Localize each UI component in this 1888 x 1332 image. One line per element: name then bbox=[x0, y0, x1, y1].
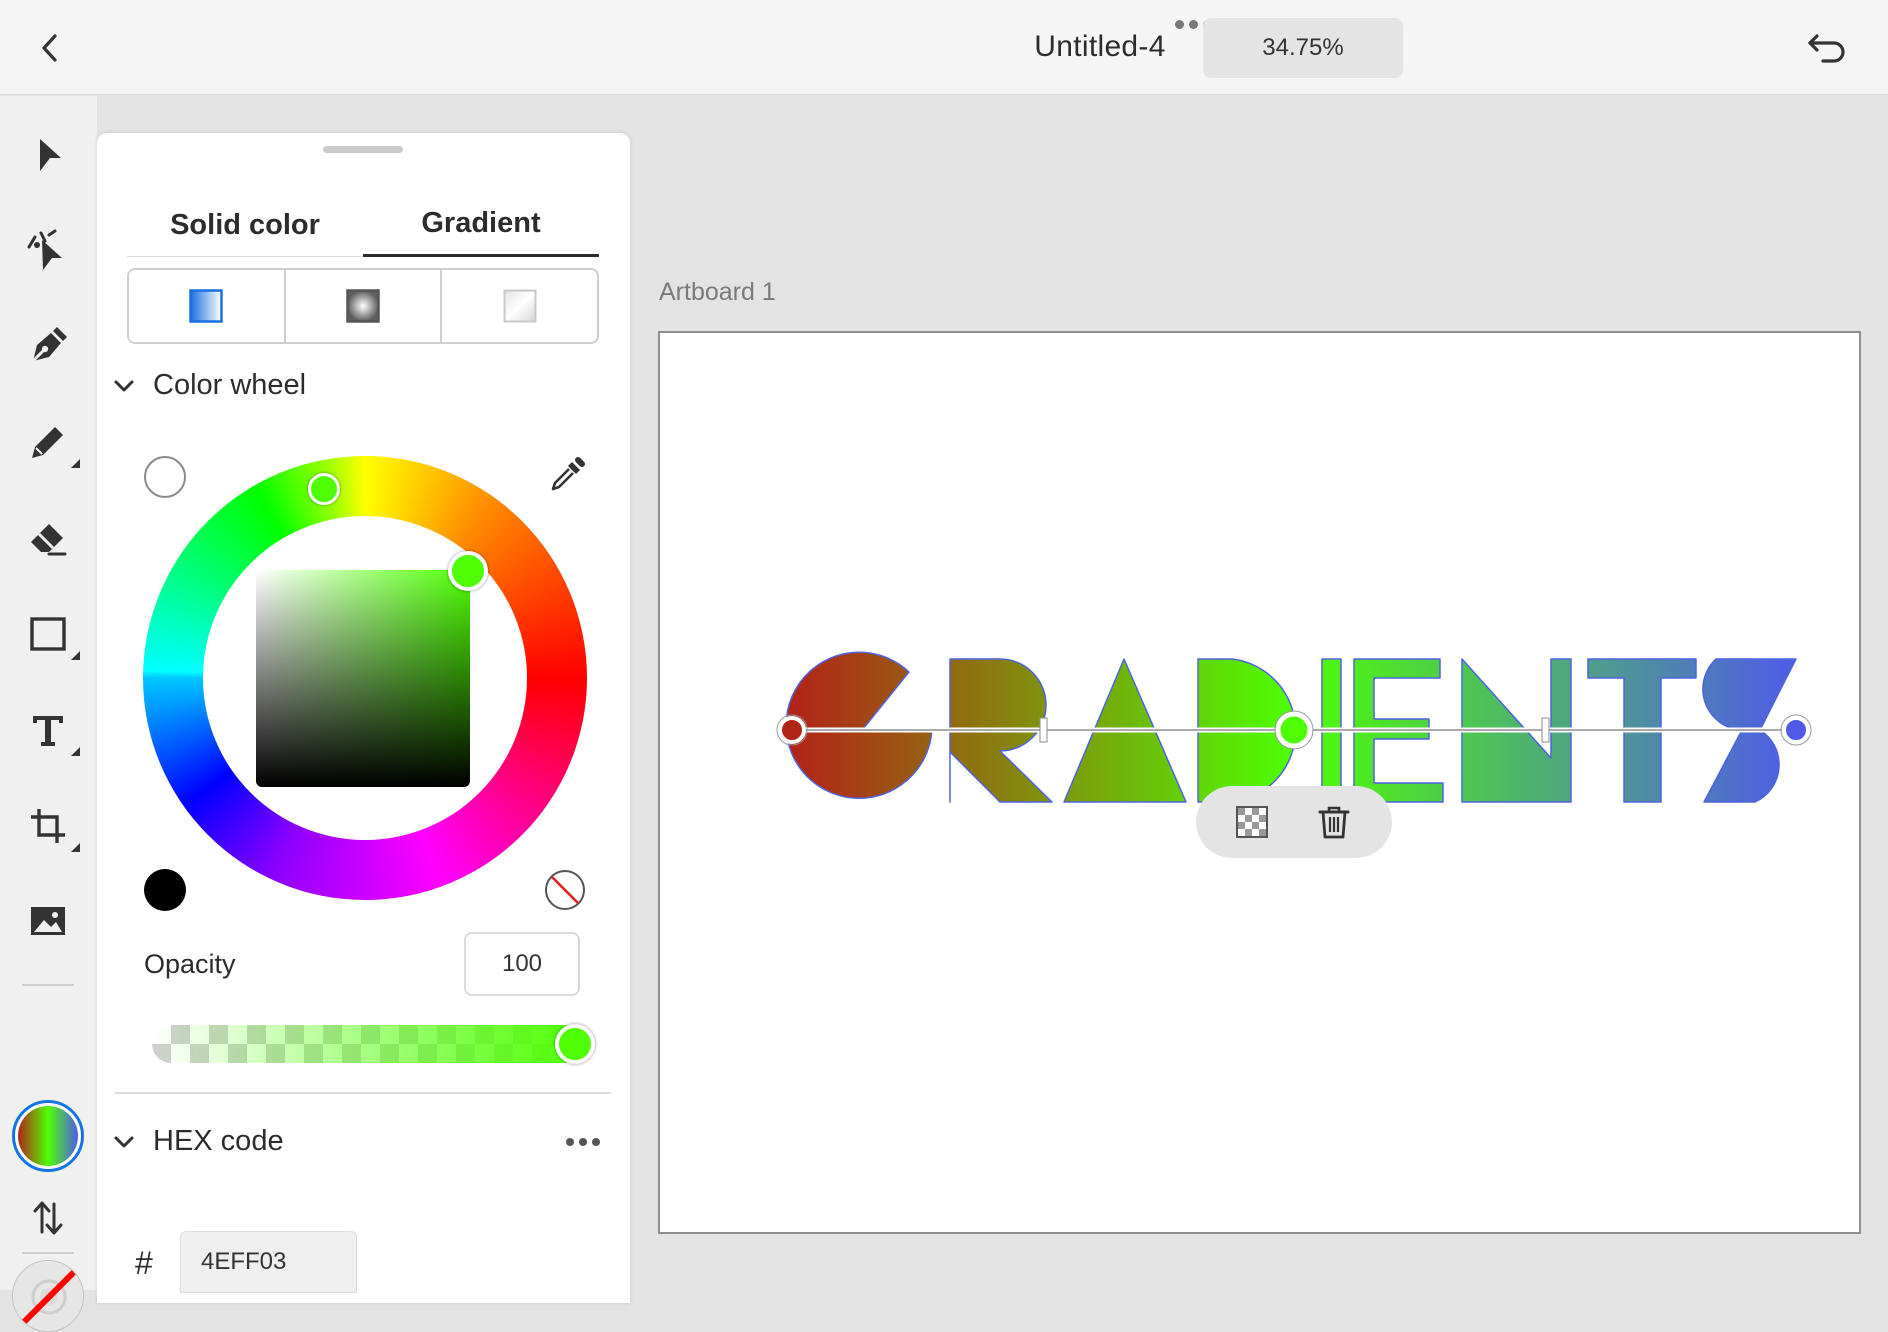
section-title: HEX code bbox=[153, 1125, 284, 1157]
swap-fill-stroke-button[interactable] bbox=[16, 1186, 80, 1250]
gradient-type-selector bbox=[127, 268, 599, 344]
zoom-level[interactable]: 34.75% bbox=[1203, 18, 1403, 78]
radial-gradient-button[interactable] bbox=[286, 270, 443, 342]
linear-gradient-icon bbox=[189, 289, 224, 323]
stop-transparency-button[interactable] bbox=[1232, 802, 1272, 842]
direct-selection-tool[interactable] bbox=[16, 218, 80, 282]
fill-color-swatch[interactable] bbox=[12, 1100, 84, 1172]
freeform-gradient-icon bbox=[503, 289, 537, 323]
artboard-label[interactable]: Artboard 1 bbox=[659, 278, 776, 307]
color-wheel-section-toggle[interactable]: Color wheel bbox=[113, 369, 306, 402]
image-icon bbox=[31, 907, 65, 935]
hex-section-toggle[interactable]: HEX code bbox=[113, 1125, 284, 1158]
artboard-icon bbox=[31, 809, 65, 843]
black-swatch[interactable] bbox=[144, 869, 186, 911]
back-button[interactable] bbox=[32, 28, 68, 68]
swap-arrows-icon bbox=[33, 1201, 63, 1235]
toolbar-divider bbox=[22, 1252, 74, 1254]
color-mode-tabs: Solid color Gradient bbox=[127, 193, 599, 257]
eyedropper-button[interactable] bbox=[545, 453, 589, 497]
hex-code-input[interactable]: 4EFF03 bbox=[180, 1231, 357, 1293]
no-color-icon bbox=[545, 870, 585, 910]
submenu-indicator bbox=[71, 843, 80, 852]
hex-more-options-button[interactable] bbox=[566, 1138, 600, 1146]
place-image-tool[interactable] bbox=[16, 889, 80, 953]
checkerboard-icon bbox=[1236, 806, 1268, 838]
tools-toolbar bbox=[0, 96, 97, 1332]
opacity-gradient bbox=[152, 1025, 584, 1063]
rectangle-icon bbox=[30, 617, 66, 651]
artboard-tool[interactable] bbox=[16, 794, 80, 858]
opacity-label: Opacity bbox=[144, 949, 236, 979]
undo-icon bbox=[1808, 34, 1845, 63]
linear-gradient-button[interactable] bbox=[129, 270, 286, 342]
top-bar: Untitled-4 34.75% bbox=[0, 0, 1888, 95]
color-panel: Solid color Gradient Color wheel Opacity… bbox=[97, 133, 630, 1303]
white-swatch[interactable] bbox=[144, 456, 186, 498]
gradient-stop-popup bbox=[1196, 786, 1392, 858]
undo-button[interactable] bbox=[1800, 26, 1854, 70]
opacity-slider[interactable] bbox=[152, 1025, 584, 1063]
submenu-indicator bbox=[71, 747, 80, 756]
delete-stop-button[interactable] bbox=[1314, 802, 1354, 842]
type-tool[interactable] bbox=[16, 698, 80, 762]
tab-solid-color[interactable]: Solid color bbox=[127, 193, 363, 257]
opacity-input[interactable]: 100 bbox=[464, 932, 580, 996]
no-stroke-icon bbox=[20, 1268, 78, 1326]
opacity-slider-handle[interactable] bbox=[555, 1024, 595, 1064]
pencil-tool[interactable] bbox=[16, 410, 80, 474]
submenu-indicator bbox=[71, 651, 80, 660]
stroke-color-swatch[interactable] bbox=[12, 1260, 84, 1332]
chevron-left-icon bbox=[42, 34, 57, 62]
submenu-indicator bbox=[71, 459, 80, 468]
pen-tool[interactable] bbox=[16, 314, 80, 378]
panel-divider bbox=[115, 1092, 611, 1094]
eraser-icon bbox=[31, 524, 67, 556]
eyedropper-icon bbox=[551, 457, 585, 491]
tab-gradient[interactable]: Gradient bbox=[363, 193, 599, 257]
radial-gradient-icon bbox=[346, 289, 380, 323]
no-color-button[interactable] bbox=[542, 867, 588, 913]
document-title[interactable]: Untitled-4 bbox=[1000, 30, 1200, 64]
pencil-icon bbox=[32, 427, 63, 458]
sv-handle[interactable] bbox=[448, 551, 488, 591]
eraser-tool[interactable] bbox=[16, 506, 80, 570]
trash-icon bbox=[1318, 806, 1350, 839]
freeform-gradient-button[interactable] bbox=[442, 270, 597, 342]
hex-hash-label: # bbox=[135, 1245, 153, 1281]
selection-tool[interactable] bbox=[16, 124, 80, 188]
gradient-fill-preview bbox=[18, 1106, 78, 1166]
pen-nib-icon bbox=[31, 327, 67, 363]
chevron-down-icon bbox=[114, 380, 134, 391]
chevron-down-icon bbox=[114, 1136, 134, 1147]
saturation-brightness-picker[interactable] bbox=[256, 570, 470, 787]
type-icon bbox=[33, 716, 63, 746]
direct-select-icon bbox=[27, 229, 62, 270]
hue-handle-secondary[interactable] bbox=[308, 473, 340, 505]
panel-drag-handle[interactable] bbox=[323, 146, 403, 153]
rectangle-tool[interactable] bbox=[16, 602, 80, 666]
arrow-pointer-icon bbox=[40, 139, 61, 171]
section-title: Color wheel bbox=[153, 369, 307, 401]
toolbar-divider bbox=[22, 984, 74, 986]
